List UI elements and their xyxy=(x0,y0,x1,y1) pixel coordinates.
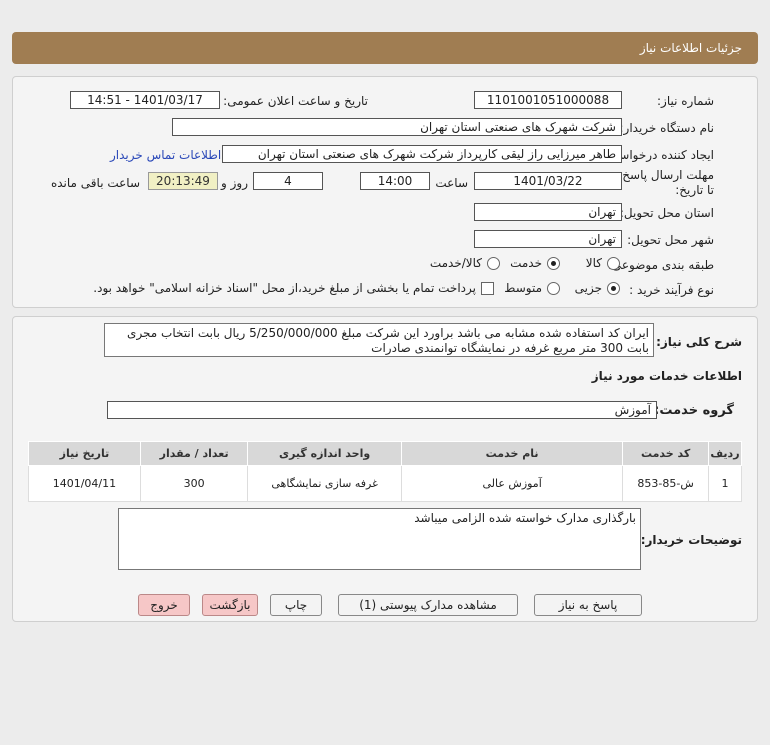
process-label: نوع فرآیند خرید : xyxy=(629,283,714,297)
service-group-field: آموزش xyxy=(107,401,657,419)
option-label: کالا xyxy=(585,256,602,270)
page-header: جزئیات اطلاعات نیاز xyxy=(12,32,758,64)
process-option-minor[interactable]: جزیی xyxy=(575,281,620,295)
city-field: تهران xyxy=(474,230,622,248)
radio-selected-icon[interactable] xyxy=(607,281,620,295)
col-unit: واحد اندازه گیری xyxy=(247,441,402,466)
col-name: نام خدمت xyxy=(400,441,624,466)
buyer-org-field: شرکت شهرک های صنعتی استان تهران xyxy=(172,118,622,136)
deadline-label: مهلت ارسال پاسخ: تا تاریخ: xyxy=(618,168,714,197)
buyer-contact-link[interactable]: اطلاعات تماس خریدار xyxy=(110,148,221,162)
city-label: شهر محل تحویل: xyxy=(627,233,714,247)
cell-unit: غرفه سازی نمایشگاهی xyxy=(247,465,402,502)
buyer-notes-label: توضیحات خریدار: xyxy=(640,533,742,547)
print-button[interactable]: چاپ xyxy=(270,594,322,616)
province-field: تهران xyxy=(474,203,622,221)
radio-icon[interactable] xyxy=(547,281,560,295)
option-label: خدمت xyxy=(510,256,542,270)
cell-date: 1401/04/11 xyxy=(28,465,141,502)
option-label: کالا/خدمت xyxy=(429,256,482,270)
need-number-field: 1101001051000088 xyxy=(474,91,622,109)
radio-icon[interactable] xyxy=(607,256,620,270)
checkbox-icon[interactable] xyxy=(481,281,494,295)
page-title: جزئیات اطلاعات نیاز xyxy=(639,41,742,55)
category-option-service[interactable]: خدمت xyxy=(510,256,560,270)
process-option-medium[interactable]: متوسط xyxy=(504,281,560,295)
col-code: کد خدمت xyxy=(622,441,709,466)
treasury-payment-option[interactable]: پرداخت تمام یا بخشی از مبلغ خرید،از محل … xyxy=(93,281,494,295)
cell-qty: 300 xyxy=(139,465,249,502)
creator-field: طاهر میرزایی راز لیقی کارپرداز شرکت شهرک… xyxy=(222,145,622,163)
service-group-label: گروه خدمت: xyxy=(654,403,734,418)
summary-line-2: بابت 300 متر مربع غرفه در نمایشگاه توانم… xyxy=(371,341,649,355)
announce-label: تاریخ و ساعت اعلان عمومی: xyxy=(223,94,368,108)
table-row: 1 ش-85-853 آموزش عالی غرفه سازی نمایشگاه… xyxy=(28,465,743,502)
cell-code: ش-85-853 xyxy=(622,465,709,502)
province-label: استان محل تحویل: xyxy=(619,206,714,220)
col-date: تاریخ نیاز xyxy=(28,441,141,466)
days-field: 4 xyxy=(253,172,323,190)
deadline-date-field: 1401/03/22 xyxy=(474,172,622,190)
summary-box: ایران کد استفاده شده مشابه می باشد براور… xyxy=(104,323,654,357)
back-button[interactable]: بازگشت xyxy=(202,594,258,616)
remaining-label: ساعت باقی مانده xyxy=(50,176,140,190)
col-row: ردیف xyxy=(707,441,743,466)
services-table: ردیف کد خدمت نام خدمت واحد اندازه گیری ت… xyxy=(28,441,743,502)
option-label: جزیی xyxy=(574,281,602,295)
summary-line-1: ایران کد استفاده شده مشابه می باشد براور… xyxy=(127,326,649,340)
col-qty: تعداد / مقدار xyxy=(139,441,249,466)
radio-icon[interactable] xyxy=(487,256,500,270)
need-number-label: شماره نیاز: xyxy=(657,94,714,108)
summary-label: شرح کلی نیاز: xyxy=(656,335,742,349)
time-label: ساعت xyxy=(435,176,468,190)
announce-field: 1401/03/17 - 14:51 xyxy=(70,91,220,109)
buyer-org-label: نام دستگاه خریدار: xyxy=(619,121,715,135)
cell-name: آموزش عالی xyxy=(400,465,624,502)
deadline-time-field: 14:00 xyxy=(360,172,430,190)
attachments-button[interactable]: مشاهده مدارک پیوستی (1) xyxy=(338,594,518,616)
treasury-payment-note: پرداخت تمام یا بخشی از مبلغ خرید،از محل … xyxy=(93,281,476,295)
days-label: روز و xyxy=(221,176,248,190)
exit-button[interactable]: خروج xyxy=(138,594,190,616)
cell-row: 1 xyxy=(707,465,743,502)
option-label: متوسط xyxy=(504,281,542,295)
category-label: طبقه بندی موضوعی: xyxy=(607,258,714,272)
radio-selected-icon[interactable] xyxy=(547,256,560,270)
reply-button[interactable]: پاسخ به نیاز xyxy=(534,594,642,616)
remaining-time-field: 20:13:49 xyxy=(148,172,218,190)
table-header-row: ردیف کد خدمت نام خدمت واحد اندازه گیری ت… xyxy=(28,441,743,466)
buyer-notes-box: بارگذاری مدارک خواسته شده الزامی میباشد xyxy=(118,508,641,570)
services-title: اطلاعات خدمات مورد نیاز xyxy=(591,369,742,383)
category-option-goods[interactable]: کالا xyxy=(586,256,620,270)
category-option-goods-service[interactable]: کالا/خدمت xyxy=(430,256,500,270)
